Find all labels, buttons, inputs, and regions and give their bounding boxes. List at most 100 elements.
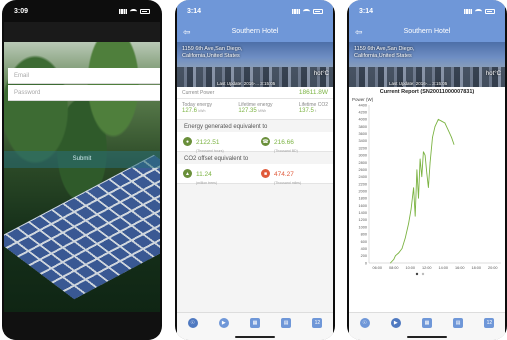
energy-equivalent-row: ● 2122.51 (Thousand hours) ☎ 216.66 (Thous…: [177, 132, 333, 153]
current-power-value: 18611.8W: [298, 89, 328, 96]
car-value: 474.27: [274, 170, 294, 178]
calendar-month-icon[interactable]: ▤: [281, 318, 292, 328]
x-tick-label: 16:00: [455, 266, 465, 270]
current-power-label: Current Power: [182, 90, 215, 96]
power-data-point: [434, 126, 436, 127]
y-tick-label: 4000: [359, 118, 367, 122]
signal-icon: [119, 8, 127, 14]
power-data-point: [398, 252, 400, 254]
current-power-row: Current Power 18611.8W: [177, 87, 333, 99]
power-data-point: [404, 237, 406, 239]
y-tick-label: 3600: [359, 132, 367, 136]
y-tick-label: 2800: [359, 161, 367, 165]
nav-bar: ⇦ Southern Hotel: [177, 22, 333, 42]
x-tick-label: 08:00: [389, 266, 399, 270]
temperature-label: hot°C: [485, 71, 501, 77]
power-data-point: [432, 136, 433, 138]
power-data-point: [408, 223, 409, 224]
lifetime-energy: Lifetime energy 127.35 MWh: [238, 102, 273, 114]
y-tick-label: 1400: [359, 211, 367, 215]
calendar-month-icon[interactable]: ▤: [453, 318, 464, 328]
power-data-point: [429, 162, 431, 163]
power-data-point: [441, 120, 442, 122]
plant-header-image: 1159 6th Ave,San Diego, California,Unite…: [349, 42, 505, 87]
overview-icon[interactable]: ☉: [187, 318, 198, 328]
power-chart[interactable]: 0 200 400 600 800 1000 1200 1400 1600 1800 2000 220…: [349, 101, 505, 291]
home-indicator: [235, 336, 275, 338]
power-data-point: [423, 151, 424, 153]
power-data-point: [451, 136, 452, 138]
telephone-icon: ☎: [261, 137, 270, 146]
password-field[interactable]: Password: [8, 85, 160, 101]
report-screen: 3:14 ⇦ Southern Hotel 1159 6th Ave,San D…: [349, 0, 505, 340]
y-tick-label: 3200: [359, 146, 367, 150]
plant-address: 1159 6th Ave,San Diego, California,Unite…: [354, 46, 415, 59]
x-tick-label: 14:00: [438, 266, 448, 270]
status-bar: 3:14: [177, 0, 333, 22]
y-tick-label: 4200: [359, 110, 367, 114]
x-tick-label: 06:00: [372, 266, 382, 270]
status-bar: 3:14: [349, 0, 505, 22]
power-data-point: [447, 129, 449, 131]
play-icon[interactable]: ▶: [218, 318, 229, 328]
battery-icon: [140, 8, 150, 14]
calendar-day-icon[interactable]: ▦: [421, 318, 432, 328]
x-tick-label: 12:00: [422, 266, 432, 270]
y-tick-label: 600: [361, 240, 367, 244]
status-time: 3:14: [359, 7, 374, 15]
power-data-point: [428, 187, 429, 188]
back-arrow-icon[interactable]: ⇦: [183, 22, 191, 42]
phone-value: 216.66: [274, 138, 294, 146]
tree-icon: ▲: [183, 169, 192, 178]
y-tick-label: 0: [365, 261, 367, 265]
y-tick-label: 4400: [359, 103, 367, 107]
calendar-day-icon[interactable]: ▦: [249, 318, 260, 328]
power-data-point: [393, 259, 395, 260]
submit-button[interactable]: Submit: [4, 151, 160, 168]
power-data-point: [424, 154, 426, 156]
light-bulb-icon: ●: [183, 137, 192, 146]
status-time: 3:14: [187, 7, 202, 15]
power-data-point: [410, 208, 412, 210]
overview-screen: 3:14 ⇦ Southern Hotel 1159 6th Ave,San D…: [177, 0, 333, 340]
y-tick-label: 2600: [359, 168, 367, 172]
signal-icon: [464, 8, 472, 14]
wifi-icon: [475, 8, 482, 14]
back-arrow-icon[interactable]: ⇦: [355, 22, 363, 42]
home-indicator: [407, 336, 447, 338]
wifi-icon: [303, 8, 310, 14]
power-data-point: [444, 122, 446, 124]
wifi-icon: [130, 8, 137, 14]
play-icon[interactable]: ▶: [390, 318, 401, 328]
y-tick-label: 3000: [359, 154, 367, 158]
y-tick-label: 2400: [359, 175, 367, 179]
battery-icon: [313, 8, 323, 14]
y-tick-label: 800: [361, 233, 367, 237]
status-time: 3:09: [14, 7, 29, 15]
x-tick-label: 18:00: [471, 266, 481, 270]
power-data-point: [453, 144, 455, 145]
last-update-label: Last Update: 2016-... 3:15:05: [217, 81, 276, 86]
pager-dot: [415, 272, 419, 276]
phone-overview: 3:14 ⇦ Southern Hotel 1159 6th Ave,San D…: [175, 0, 335, 340]
lifetime-co2-value: 137.5: [298, 108, 314, 114]
y-tick-label: 1800: [359, 197, 367, 201]
calendar-year-icon[interactable]: 12: [484, 318, 495, 328]
y-tick-label: 2200: [359, 182, 367, 186]
temperature-label: hot°C: [313, 71, 329, 77]
pager-dot: [421, 272, 425, 276]
co2-offset-row: ▲ 11.24 (million trees) ■ 474.27 (Thousand…: [177, 164, 333, 185]
y-tick-label: 2000: [359, 189, 367, 193]
email-field[interactable]: Email: [8, 68, 160, 84]
page-title: Southern Hotel: [403, 28, 451, 35]
calendar-year-icon[interactable]: 12: [312, 318, 323, 328]
login-top-bar: [4, 22, 160, 42]
power-data-point: [426, 172, 428, 174]
overview-icon[interactable]: ☉: [359, 318, 370, 328]
status-bar: 3:09: [4, 0, 160, 22]
power-series-line: [390, 118, 455, 264]
power-data-point: [437, 119, 439, 120]
y-tick-label: 1200: [359, 218, 367, 222]
power-data-point: [390, 262, 391, 264]
lifetime-co2: Lifetime CO2 137.5 t: [298, 102, 328, 114]
